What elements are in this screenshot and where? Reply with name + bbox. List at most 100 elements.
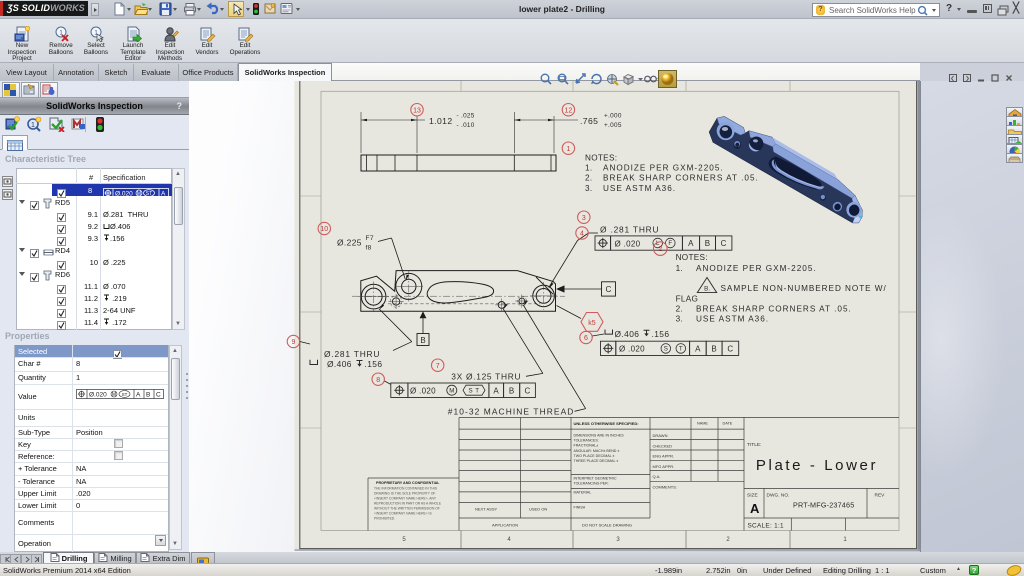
svg-text:SCALE: 1:1: SCALE: 1:1 — [748, 523, 785, 530]
svg-text:F: F — [668, 240, 672, 247]
svg-text:1.012: 1.012 — [429, 116, 453, 126]
svg-text:3: 3 — [582, 215, 586, 222]
svg-text:SAMPLE NON-NUMBERED NOTE W/: SAMPLE NON-NUMBERED NOTE W/ — [721, 284, 887, 293]
svg-text:APPLICATION: APPLICATION — [492, 523, 518, 528]
svg-text:.156: .156 — [365, 359, 383, 369]
svg-text:Ø.406: Ø.406 — [327, 359, 352, 369]
svg-text:PROPRIETARY AND CONFIDENTIAL: PROPRIETARY AND CONFIDENTIAL — [376, 481, 440, 485]
svg-text:9: 9 — [291, 339, 295, 346]
svg-text:NAME: NAME — [697, 422, 708, 426]
svg-text:3.: 3. — [676, 314, 683, 323]
svg-text:8: 8 — [376, 377, 380, 384]
svg-text:FRACTIONAL±: FRACTIONAL± — [574, 444, 599, 448]
svg-text:B: B — [705, 239, 711, 248]
svg-text:6: 6 — [584, 335, 588, 342]
svg-text:M: M — [112, 392, 116, 398]
svg-text:A: A — [688, 239, 694, 248]
svg-text:DWG. NO.: DWG. NO. — [767, 493, 790, 499]
svg-text:PRT-MFG-237465: PRT-MFG-237465 — [793, 501, 854, 510]
svg-text:ENG APPR.: ENG APPR. — [653, 454, 675, 459]
svg-text:ANODIZE PER GXM-2205.: ANODIZE PER GXM-2205. — [603, 164, 724, 173]
svg-text:Ø.406: Ø.406 — [615, 329, 640, 339]
svg-text:Ø .281 THRU: Ø .281 THRU — [600, 224, 659, 234]
svg-text:NOTES:: NOTES: — [676, 253, 708, 262]
svg-text:Ø.020: Ø.020 — [115, 191, 133, 198]
svg-text:Ø .020: Ø .020 — [619, 345, 645, 354]
svg-text:M: M — [137, 191, 141, 197]
svg-text:Ø .020: Ø .020 — [615, 239, 641, 248]
svg-text:USE ASTM A36.: USE ASTM A36. — [603, 184, 676, 193]
svg-text:ST: ST — [122, 392, 128, 397]
svg-text:DIMENSIONS ARE IN INCHES: DIMENSIONS ARE IN INCHES — [574, 434, 625, 438]
svg-text:- .025: - .025 — [457, 113, 475, 120]
svg-text:DRAWN: DRAWN — [653, 433, 668, 438]
svg-text:ST: ST — [146, 191, 152, 197]
svg-text:.156: .156 — [652, 329, 670, 339]
svg-text:T: T — [679, 346, 683, 353]
svg-text:SIZE: SIZE — [747, 493, 758, 499]
svg-text:REV: REV — [875, 493, 886, 499]
svg-text:REPRODUCTION IN PART OR AS A W: REPRODUCTION IN PART OR AS A WHOLE — [374, 502, 442, 506]
svg-text:TITLE:: TITLE: — [747, 442, 761, 448]
svg-text:Ø.225: Ø.225 — [337, 238, 362, 248]
svg-text:INTERPRET GEOMETRIC: INTERPRET GEOMETRIC — [574, 477, 617, 481]
svg-text:USED ON: USED ON — [529, 507, 547, 512]
svg-text:B: B — [146, 392, 150, 399]
svg-text:TWO PLACE DECIMAL ±: TWO PLACE DECIMAL ± — [574, 454, 615, 458]
svg-text:13: 13 — [413, 107, 421, 114]
svg-text:C: C — [156, 392, 161, 399]
svg-text:C: C — [525, 386, 531, 395]
svg-text:A: A — [161, 191, 166, 198]
svg-text:1.: 1. — [585, 164, 592, 173]
svg-text:Ø.281 THRU: Ø.281 THRU — [324, 349, 380, 359]
svg-text:Q.A.: Q.A. — [653, 474, 661, 479]
svg-text:M: M — [449, 387, 454, 394]
svg-text:10: 10 — [320, 226, 328, 233]
svg-text:<INSERT COMPANY NAME HERE>. AN: <INSERT COMPANY NAME HERE>. ANY — [374, 497, 437, 501]
svg-text:2.: 2. — [585, 174, 592, 183]
svg-text:1: 1 — [566, 146, 570, 153]
svg-text:BREAK SHARP CORNERS AT .05.: BREAK SHARP CORNERS AT .05. — [696, 304, 852, 313]
svg-text:.765: .765 — [580, 116, 598, 126]
svg-text:B: B — [509, 386, 515, 395]
svg-text:A: A — [493, 386, 499, 395]
svg-text:+.000: +.000 — [604, 113, 622, 120]
svg-text:C: C — [727, 344, 733, 353]
svg-text:WITHOUT THE WRITTEN PERMISSION: WITHOUT THE WRITTEN PERMISSION OF — [374, 507, 440, 511]
svg-text:THREE PLACE DECIMAL ±: THREE PLACE DECIMAL ± — [574, 459, 619, 463]
svg-text:UNLESS OTHERWISE SPECIFIED:: UNLESS OTHERWISE SPECIFIED: — [574, 421, 639, 426]
svg-text:DATE: DATE — [723, 422, 733, 426]
svg-text:Plate - Lower: Plate - Lower — [756, 457, 878, 474]
svg-text:C: C — [606, 285, 612, 294]
svg-text:12: 12 — [565, 107, 573, 114]
svg-text:FLAG: FLAG — [676, 295, 699, 304]
svg-text:NOTES:: NOTES: — [585, 154, 617, 163]
svg-text:TOLERANCES:: TOLERANCES: — [574, 439, 599, 443]
svg-text:THE INFORMATION CONTAINED IN T: THE INFORMATION CONTAINED IN THIS — [374, 487, 438, 491]
svg-text:MFG APPR.: MFG APPR. — [653, 464, 675, 469]
svg-text:COMMENTS:: COMMENTS: — [653, 485, 677, 490]
svg-text:1: 1 — [31, 122, 35, 129]
svg-text:B: B — [711, 344, 717, 353]
svg-text:CHECKED: CHECKED — [653, 443, 673, 448]
svg-text:<INSERT COMPANY NAME HERE> IS: <INSERT COMPANY NAME HERE> IS — [374, 512, 432, 516]
svg-text:Ø .020: Ø .020 — [410, 387, 436, 396]
svg-text:MATERIAL: MATERIAL — [574, 491, 592, 495]
svg-text:C: C — [721, 239, 727, 248]
svg-text:f8: f8 — [366, 245, 372, 252]
svg-text:2: 2 — [658, 246, 662, 253]
svg-text:USE ASTM A36.: USE ASTM A36. — [696, 314, 769, 323]
svg-text:2.: 2. — [676, 304, 683, 313]
svg-text:Ø.020: Ø.020 — [89, 392, 107, 399]
svg-text:A: A — [750, 501, 760, 516]
svg-text:PROHIBITED.: PROHIBITED. — [374, 517, 395, 521]
svg-text:S: S — [664, 346, 668, 353]
svg-text:BREAK SHARP CORNERS AT .05.: BREAK SHARP CORNERS AT .05. — [603, 174, 759, 183]
svg-text:4: 4 — [580, 231, 584, 238]
svg-text:B.: B. — [704, 286, 710, 293]
svg-text:F7: F7 — [366, 235, 374, 242]
svg-text:3.: 3. — [585, 184, 592, 193]
svg-text:NEXT ASSY: NEXT ASSY — [475, 507, 497, 512]
svg-text:#10-32 MACHINE THREAD: #10-32 MACHINE THREAD — [448, 406, 575, 416]
svg-text:B: B — [420, 336, 425, 345]
